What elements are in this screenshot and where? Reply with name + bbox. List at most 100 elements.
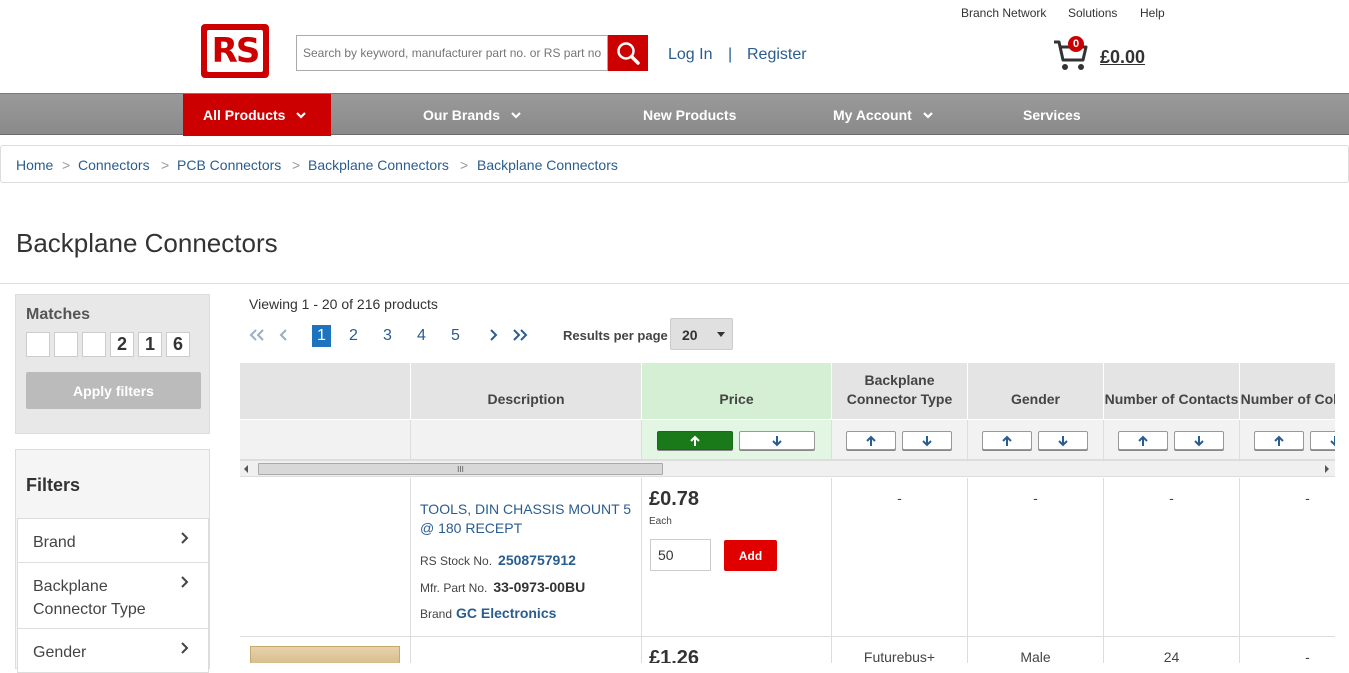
contacts-sort-desc-button[interactable] <box>1174 431 1224 450</box>
page-3-link[interactable]: 3 <box>383 327 392 345</box>
scroll-right-arrow[interactable] <box>1325 465 1329 473</box>
results-per-page-select[interactable]: 20 <box>670 318 733 350</box>
columns-sort-desc-button[interactable] <box>1310 431 1335 450</box>
page-2-link[interactable]: 2 <box>349 327 358 345</box>
solutions-link[interactable]: Solutions <box>1068 6 1117 20</box>
table-header-row: Description Price Backplane Connector Ty… <box>240 363 1335 420</box>
filter-brand-label: Brand <box>33 534 76 551</box>
nav-services[interactable]: Services <box>1023 94 1081 136</box>
connector-type-value: - <box>897 490 902 506</box>
page-5-link[interactable]: 5 <box>451 327 460 345</box>
page-1-current[interactable]: 1 <box>312 325 331 347</box>
columns-value: - <box>1305 490 1310 506</box>
cell-price: £1.26 <box>642 637 832 663</box>
nav-my-account-label: My Account <box>833 107 912 123</box>
gender-value: Male <box>1020 649 1051 663</box>
nav-our-brands[interactable]: Our Brands <box>423 94 522 136</box>
breadcrumb-home[interactable]: Home <box>16 157 53 173</box>
product-image[interactable] <box>250 646 400 663</box>
col-header-columns: Number of Columns <box>1240 363 1335 420</box>
horizontal-scrollbar[interactable]: III <box>240 460 1335 477</box>
filter-gender-label: Gender <box>33 644 87 661</box>
breadcrumb-separator: > <box>62 157 71 173</box>
cell-description <box>411 637 642 663</box>
arrow-up-icon <box>690 435 700 446</box>
sort-cell-price <box>642 420 832 460</box>
help-link[interactable]: Help <box>1140 6 1165 20</box>
breadcrumb-connectors[interactable]: Connectors <box>78 157 150 173</box>
filter-brand[interactable]: Brand <box>17 518 209 563</box>
match-digit <box>82 332 106 357</box>
gender-sort-desc-button[interactable] <box>1038 431 1088 450</box>
brand: Brand GC Electronics <box>420 605 556 621</box>
chevron-right-icon <box>181 576 189 588</box>
chevron-down-icon <box>511 112 521 119</box>
cell-contacts: - <box>1104 478 1240 637</box>
nav-my-account[interactable]: My Account <box>833 94 934 136</box>
nav-all-products-label: All Products <box>203 107 286 123</box>
cell-gender: - <box>968 478 1104 637</box>
add-to-cart-button[interactable]: Add <box>724 540 777 571</box>
filter-backplane-connector-type[interactable]: Backplane Connector Type <box>17 562 209 629</box>
last-page-icon[interactable] <box>512 328 528 342</box>
scroll-thumb[interactable]: III <box>258 463 663 475</box>
nav-all-products[interactable]: All Products <box>183 94 331 136</box>
product-description-link[interactable]: TOOLS, DIN CHASSIS MOUNT 5 @ 180 RECEPT <box>420 500 635 538</box>
chevron-right-icon <box>181 642 189 654</box>
filters-title: Filters <box>26 475 81 495</box>
search-button[interactable] <box>608 35 648 71</box>
gender-sort-asc-button[interactable] <box>982 431 1032 450</box>
arrow-down-icon <box>1330 435 1335 446</box>
price-sort-asc-button[interactable] <box>657 431 733 450</box>
col-header-image <box>240 363 411 420</box>
breadcrumb: Home > Connectors > PCB Connectors > Bac… <box>0 145 1349 183</box>
caret-down-icon <box>717 332 725 337</box>
first-page-icon[interactable] <box>249 328 265 342</box>
page-title: Backplane Connectors <box>16 228 278 258</box>
connector-type-sort-desc-button[interactable] <box>902 431 952 450</box>
page-4-link[interactable]: 4 <box>417 327 426 345</box>
breadcrumb-current[interactable]: Backplane Connectors <box>477 157 618 173</box>
rs-logo[interactable]: RS <box>201 24 269 78</box>
branch-network-link[interactable]: Branch Network <box>961 6 1046 20</box>
scroll-left-arrow[interactable] <box>244 465 248 473</box>
login-link[interactable]: Log In <box>668 46 712 64</box>
quantity-input[interactable] <box>650 539 711 571</box>
nav-new-products[interactable]: New Products <box>643 94 736 136</box>
chevron-down-icon <box>296 112 307 119</box>
prev-page-icon[interactable] <box>279 328 289 342</box>
mfr-part-no: Mfr. Part No. 33-0973-00BU <box>420 579 585 595</box>
divider <box>0 283 1349 284</box>
filter-gender[interactable]: Gender <box>17 628 209 673</box>
connector-type-sort-asc-button[interactable] <box>846 431 896 450</box>
cell-connector-type: - <box>832 478 968 637</box>
cell-image <box>240 478 411 637</box>
next-page-icon[interactable] <box>488 328 498 342</box>
rs-stock-value[interactable]: 2508757912 <box>498 552 576 568</box>
auth-separator: | <box>728 46 733 63</box>
rs-stock-label: RS Stock No. <box>420 554 493 568</box>
contacts-sort-asc-button[interactable] <box>1118 431 1168 450</box>
brand-value[interactable]: GC Electronics <box>456 605 556 621</box>
results-per-page-value: 20 <box>682 327 698 343</box>
arrow-down-icon <box>922 435 932 446</box>
col-header-price: Price <box>642 363 832 420</box>
breadcrumb-separator: > <box>460 157 469 173</box>
search-icon <box>617 42 640 65</box>
site-header: Branch Network Solutions Help RS Log In … <box>0 0 1349 93</box>
register-link[interactable]: Register <box>747 46 807 64</box>
sort-cell-columns <box>1240 420 1335 460</box>
gender-value: - <box>1033 490 1038 506</box>
cell-price: £0.78 Each Add <box>642 478 832 637</box>
columns-sort-asc-button[interactable] <box>1254 431 1304 450</box>
cart-count-badge: 0 <box>1068 36 1084 52</box>
sort-cell-empty <box>411 420 642 460</box>
cart-total[interactable]: £0.00 <box>1100 47 1145 68</box>
results-per-page-label: Results per page <box>563 328 668 343</box>
breadcrumb-backplane-connectors[interactable]: Backplane Connectors <box>308 157 449 173</box>
apply-filters-button[interactable]: Apply filters <box>26 372 201 409</box>
breadcrumb-pcb-connectors[interactable]: PCB Connectors <box>177 157 281 173</box>
price-sort-desc-button[interactable] <box>739 431 815 450</box>
search-input[interactable] <box>296 35 608 71</box>
col-header-connector-type: Backplane Connector Type <box>832 363 968 420</box>
